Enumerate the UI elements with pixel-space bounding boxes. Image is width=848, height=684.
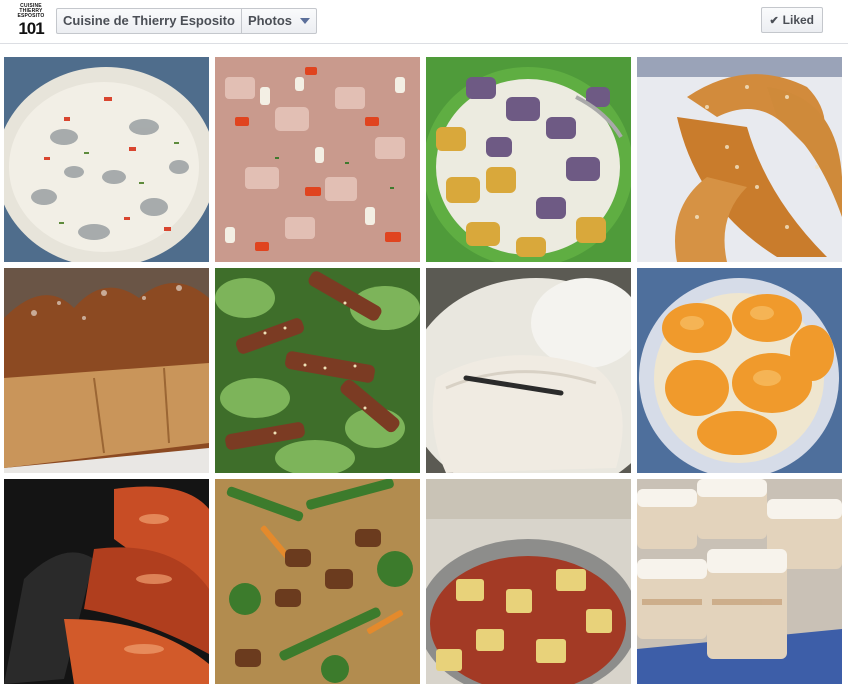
breadcrumb: Cuisine de Thierry Esposito Photos	[56, 8, 317, 34]
top-bar: CUISINE THIERRY ESPOSITO 101 Cuisine de …	[0, 0, 848, 44]
photo-shrimp-cream-soup[interactable]	[4, 57, 209, 262]
photo-vanilla-fish-rice[interactable]	[426, 268, 631, 473]
chevron-down-icon	[300, 18, 310, 24]
liked-button[interactable]: ✔ Liked	[761, 7, 823, 33]
photo-sugar-twist-donuts[interactable]	[637, 57, 842, 262]
logo-number: 101	[18, 19, 44, 38]
page-name-link[interactable]: Cuisine de Thierry Esposito	[57, 9, 242, 33]
photo-glazed-chicken[interactable]	[4, 479, 209, 684]
photos-dropdown-label: Photos	[247, 13, 292, 28]
photo-brioche-loaf[interactable]	[4, 268, 209, 473]
photo-chopped-meat-salad[interactable]	[215, 57, 420, 262]
photo-sesame-beef-salad[interactable]	[215, 268, 420, 473]
liked-button-label: Liked	[782, 13, 814, 27]
checkmark-icon: ✔	[769, 14, 779, 27]
photo-coconut-cake-squares[interactable]	[637, 479, 842, 684]
photo-purple-yam-dessert[interactable]	[426, 57, 631, 262]
page-logo[interactable]: CUISINE THIERRY ESPOSITO 101	[16, 4, 46, 38]
photo-corned-beef-potatoes[interactable]	[426, 479, 631, 684]
photo-papaya-dessert[interactable]	[637, 268, 842, 473]
photo-stir-fry-vegetables[interactable]	[215, 479, 420, 684]
photo-grid	[4, 57, 842, 684]
photos-dropdown[interactable]: Photos	[242, 9, 316, 33]
